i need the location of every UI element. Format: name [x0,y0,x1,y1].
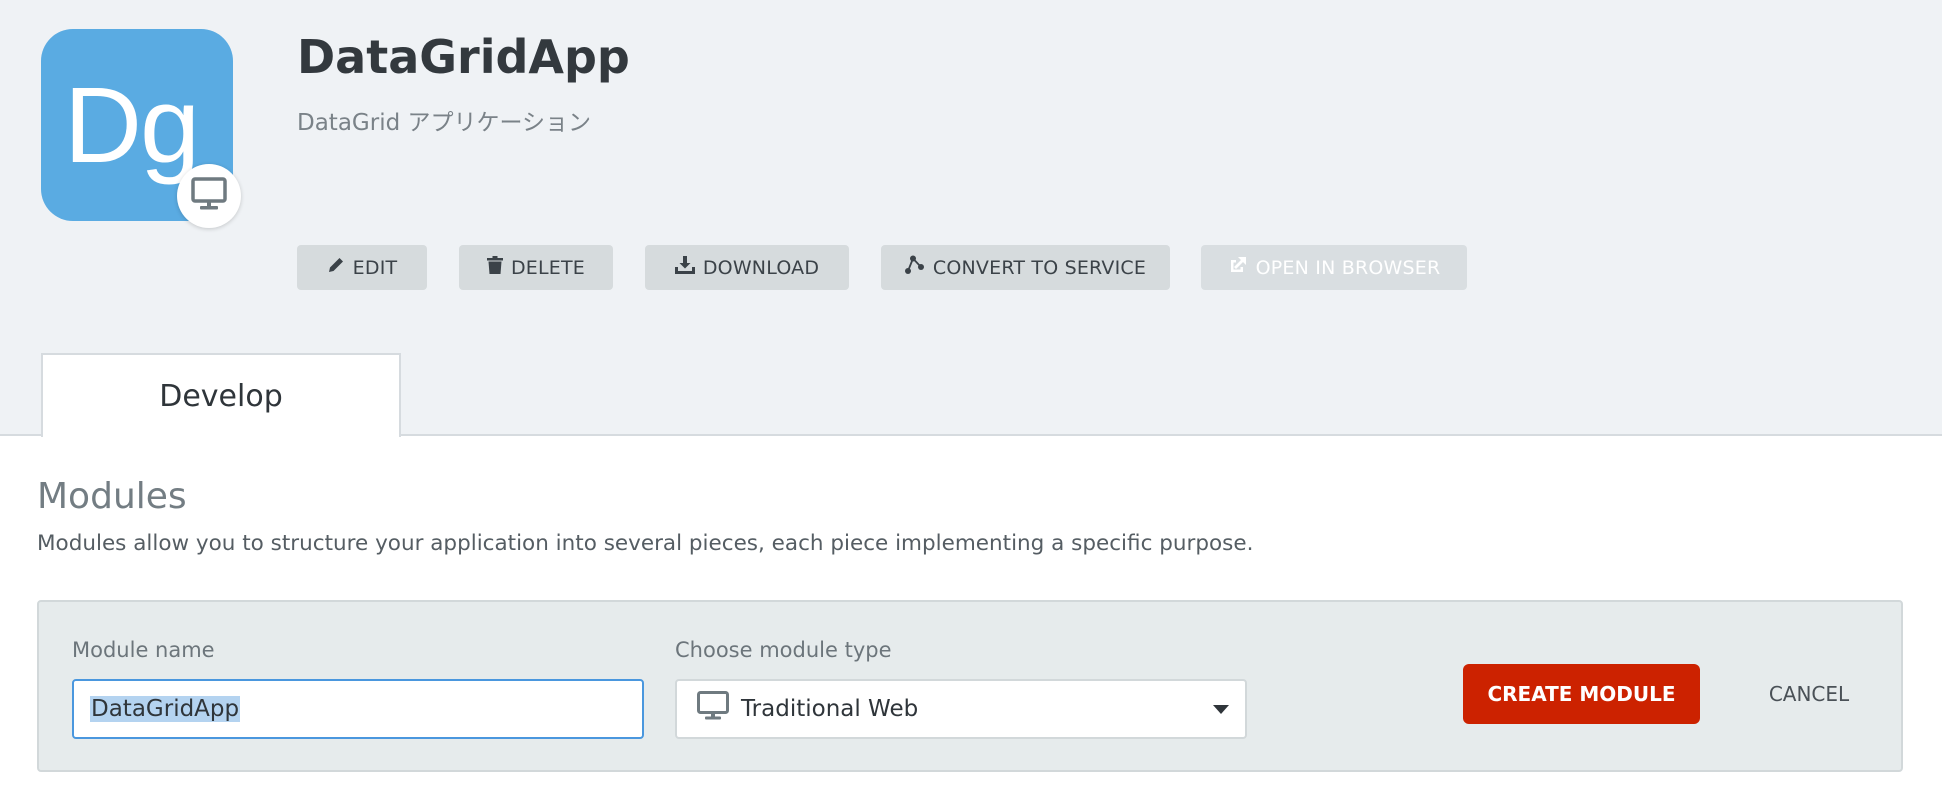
open-in-browser-label: OPEN IN BROWSER [1255,256,1441,279]
platform-badge [177,164,241,228]
app-title: DataGridApp [297,30,630,84]
monitor-icon [191,177,227,215]
delete-label: DELETE [510,256,586,279]
download-button[interactable]: DOWNLOAD [645,245,849,290]
external-link-icon [1228,255,1248,280]
app-subtitle: DataGrid アプリケーション [297,110,592,136]
create-module-button[interactable]: CREATE MODULE [1463,664,1700,724]
open-in-browser-button[interactable]: OPEN IN BROWSER [1201,245,1467,290]
modules-title: Modules [37,476,187,517]
pencil-icon [327,256,345,279]
module-name-input[interactable]: DataGridApp [72,679,644,739]
trash-icon [486,256,503,279]
modules-description: Modules allow you to structure your appl… [37,531,1254,556]
create-module-form: Module name DataGridApp Choose module ty… [37,600,1903,772]
module-type-select[interactable]: Traditional Web [675,679,1247,739]
chevron-down-icon [1213,705,1229,714]
delete-button[interactable]: DELETE [459,245,613,290]
module-name-value: DataGridApp [90,696,241,722]
module-type-value: Traditional Web [741,696,919,722]
edit-button[interactable]: EDIT [297,245,427,290]
tab-develop-label: Develop [159,378,283,414]
download-icon [674,256,695,279]
share-nodes-icon [904,255,925,280]
monitor-icon [697,691,729,727]
edit-label: EDIT [352,256,398,279]
cancel-button[interactable]: CANCEL [1739,664,1879,724]
module-type-label: Choose module type [675,638,892,662]
app-header: Dg DataGridApp DataGrid アプリケーション EDIT DE… [0,0,1942,437]
tab-develop[interactable]: Develop [41,353,401,437]
module-name-label: Module name [72,638,215,662]
convert-to-service-button[interactable]: CONVERT TO SERVICE [881,245,1170,290]
convert-label: CONVERT TO SERVICE [932,256,1147,279]
download-label: DOWNLOAD [702,256,820,279]
